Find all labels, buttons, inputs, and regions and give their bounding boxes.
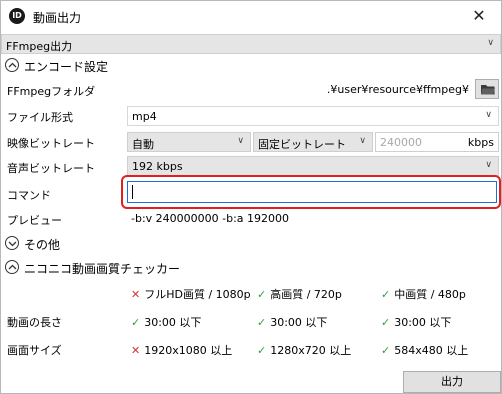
file-format-value: mp4 — [132, 110, 157, 123]
ffmpeg-folder-label: FFmpegフォルダ — [7, 85, 96, 98]
check-icon: ✓ — [131, 316, 141, 329]
command-input[interactable] — [127, 181, 497, 203]
video-bitrate-unit: kbps — [467, 136, 494, 149]
length-mid-item: ✓ 30:00 以下 — [381, 316, 452, 329]
length-high-item: ✓ 30:00 以下 — [257, 316, 328, 329]
video-length-label: 動画の長さ — [7, 316, 62, 329]
audio-bitrate-value: 192 kbps — [132, 160, 183, 173]
expand-down-icon — [5, 236, 19, 250]
encode-section-title: エンコード設定 — [24, 60, 109, 74]
check-icon: ✓ — [381, 344, 391, 357]
output-mode-select[interactable]: FFmpeg出力 ∨ — [1, 34, 501, 54]
dialog-window: ID 動画出力 ✕ FFmpeg出力 ∨ エンコード設定 FFmpegフォルダ … — [0, 0, 502, 394]
video-bitrate-label: 映像ビットレート — [7, 137, 95, 150]
browse-folder-button[interactable] — [475, 79, 499, 99]
preview-value: -b:v 240000000 -b:a 192000 — [131, 212, 290, 225]
check-icon: ✓ — [257, 344, 267, 357]
chevron-down-icon: ∨ — [237, 136, 244, 146]
check-icon: ✓ — [257, 288, 267, 301]
nico-checker-title: ニコニコ動画画質チェッカー — [24, 262, 181, 276]
cross-icon: ✕ — [131, 344, 141, 357]
collapse-up-icon — [5, 58, 19, 72]
other-section-title: その他 — [24, 238, 61, 252]
nico-checker-section-toggle[interactable]: ニコニコ動画画質チェッカー — [5, 259, 225, 277]
size-mid-item: ✓ 584x480 以上 — [381, 344, 469, 357]
other-section-toggle[interactable]: その他 — [5, 235, 125, 253]
video-bitrate-kind-value: 固定ビットレート — [258, 138, 346, 151]
length-fullhd-item: ✓ 30:00 以下 — [131, 316, 202, 329]
size-high-item: ✓ 1280x720 以上 — [257, 344, 352, 357]
quality-mid-item: ✓ 中画質 / 480p — [381, 288, 466, 301]
audio-bitrate-label: 音声ビットレート — [7, 162, 95, 175]
ffmpeg-folder-path: .¥user¥resource¥ffmpeg¥ — [326, 83, 469, 96]
text-caret — [132, 185, 133, 199]
preview-label: プレビュー — [7, 214, 62, 227]
video-bitrate-mode-select[interactable]: 自動 ∨ — [127, 132, 251, 152]
encode-section-toggle[interactable]: エンコード設定 — [5, 57, 205, 75]
size-fullhd-item: ✕ 1920x1080 以上 — [131, 344, 233, 357]
close-button[interactable]: ✕ — [457, 1, 501, 31]
chevron-down-icon: ∨ — [487, 38, 494, 48]
video-bitrate-kind-select[interactable]: 固定ビットレート ∨ — [253, 132, 373, 152]
chevron-down-icon: ∨ — [359, 136, 366, 146]
cross-icon: ✕ — [131, 288, 141, 301]
quality-fullhd-item: ✕ フルHD画質 / 1080p — [131, 288, 251, 301]
output-mode-value: FFmpeg出力 — [6, 40, 73, 53]
window-title: 動画出力 — [33, 11, 82, 25]
file-format-label: ファイル形式 — [7, 111, 73, 124]
chevron-down-icon: ∨ — [485, 110, 492, 120]
video-bitrate-mode-value: 自動 — [132, 138, 154, 151]
chevron-down-icon: ∨ — [485, 160, 492, 170]
audio-bitrate-select[interactable]: 192 kbps ∨ — [127, 156, 499, 176]
check-icon: ✓ — [257, 316, 267, 329]
check-icon: ✓ — [381, 316, 391, 329]
title-bar: ID 動画出力 ✕ — [1, 1, 501, 31]
collapse-up-icon — [5, 260, 19, 274]
screen-size-label: 画面サイズ — [7, 344, 62, 357]
quality-high-item: ✓ 高画質 / 720p — [257, 288, 342, 301]
video-bitrate-input[interactable]: 240000 kbps — [375, 132, 499, 152]
command-label: コマンド — [7, 189, 51, 202]
output-button[interactable]: 出力 — [403, 371, 501, 393]
check-icon: ✓ — [381, 288, 391, 301]
file-format-select[interactable]: mp4 ∨ — [127, 106, 499, 126]
app-logo-icon: ID — [9, 8, 25, 24]
video-bitrate-value: 240000 — [380, 136, 422, 149]
folder-open-icon — [481, 85, 495, 95]
